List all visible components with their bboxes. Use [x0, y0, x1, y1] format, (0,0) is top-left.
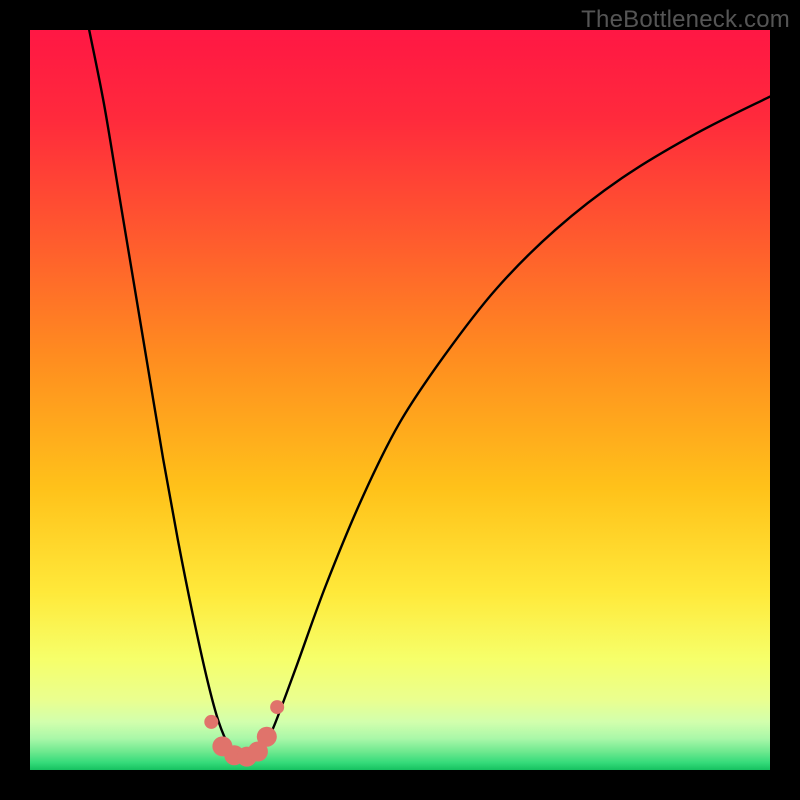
- bottom-marker: [270, 700, 284, 714]
- curve-right-branch: [252, 97, 770, 756]
- bottom-marker: [257, 727, 277, 747]
- curve-layer: [30, 30, 770, 770]
- curve-left-branch: [89, 30, 237, 755]
- bottom-marker: [204, 715, 218, 729]
